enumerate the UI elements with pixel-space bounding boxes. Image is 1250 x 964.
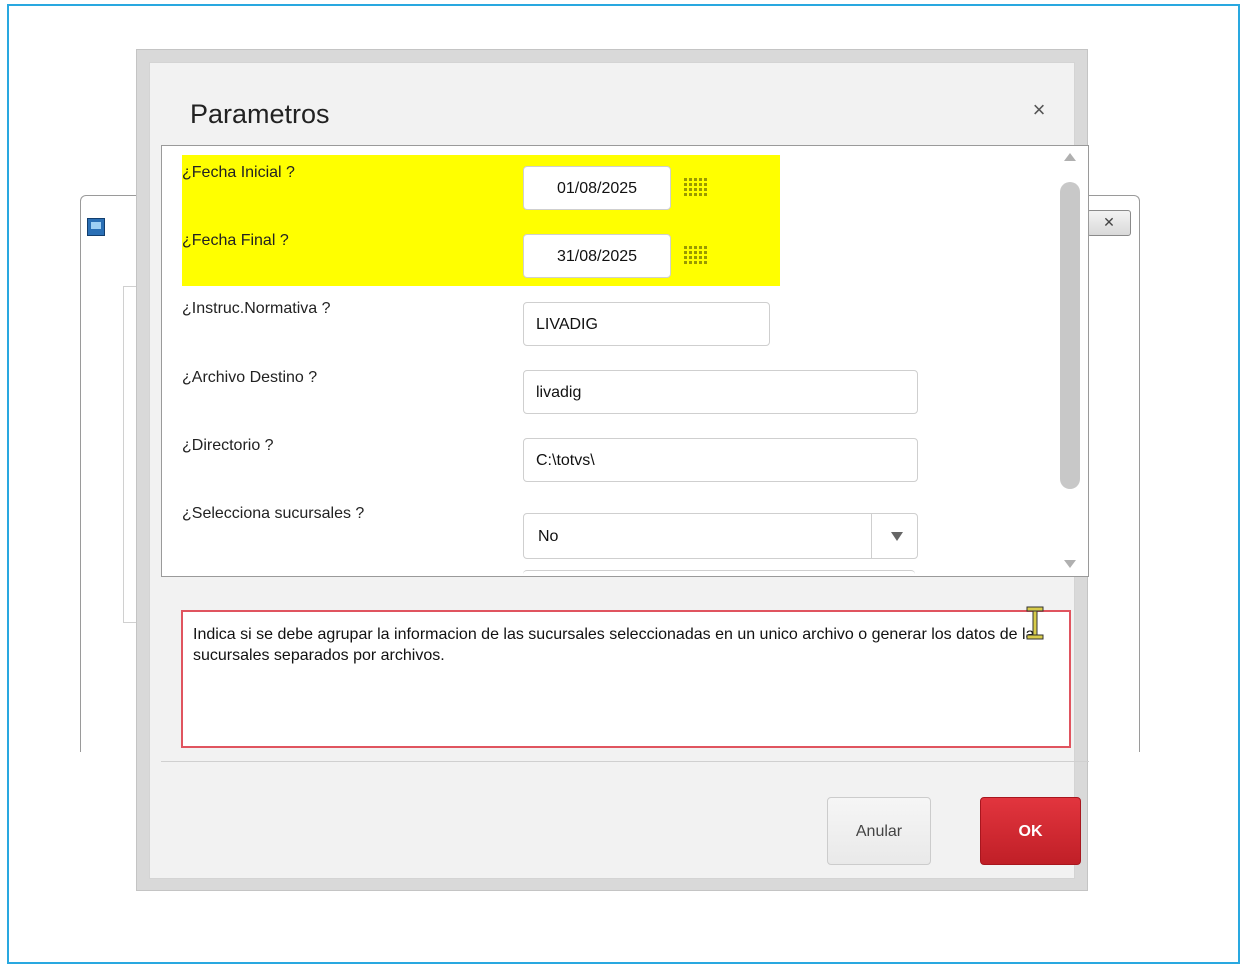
scroll-up-arrow-icon[interactable] — [1064, 153, 1076, 161]
parametros-dialog: Parametros × ¿Fecha Inicial ? 01/08/2025… — [136, 49, 1089, 891]
param-label-instruc-normativa: ¿Instruc.Normativa ? — [182, 300, 331, 317]
param-label-fecha-final: ¿Fecha Final ? — [182, 232, 289, 249]
param-label-archivo-destino: ¿Archivo Destino ? — [182, 369, 318, 386]
chevron-down-icon[interactable] — [891, 532, 903, 541]
app-window-icon — [87, 218, 105, 236]
cancel-button[interactable]: Anular — [827, 797, 931, 865]
parameters-panel: ¿Fecha Inicial ? 01/08/2025 ¿Fecha Final… — [161, 145, 1089, 577]
text-cursor-icon — [1026, 606, 1044, 640]
footer-divider — [161, 761, 1089, 762]
select-value: No — [538, 528, 559, 545]
directorio-field[interactable]: C:\totvs\ — [523, 438, 918, 482]
scroll-down-arrow-icon[interactable] — [1064, 560, 1076, 568]
fecha-final-field[interactable]: 31/08/2025 — [523, 234, 671, 278]
calendar-icon[interactable] — [684, 246, 708, 266]
scrollbar-thumb[interactable] — [1060, 182, 1080, 489]
instruc-normativa-field[interactable]: LIVADIG — [523, 302, 770, 346]
param-label-directorio: ¿Directorio ? — [182, 437, 274, 454]
ok-button[interactable]: OK — [980, 797, 1081, 865]
selecciona-sucursales-select[interactable]: No — [523, 513, 918, 559]
calendar-icon[interactable] — [684, 178, 708, 198]
dialog-body: Parametros × ¿Fecha Inicial ? 01/08/2025… — [149, 62, 1089, 879]
partial-next-field — [523, 570, 915, 576]
close-icon[interactable]: × — [1026, 97, 1052, 123]
archivo-destino-field[interactable]: livadig — [523, 370, 918, 414]
param-label-fecha-inicial: ¿Fecha Inicial ? — [182, 164, 295, 181]
vertical-scrollbar[interactable] — [1058, 146, 1082, 576]
param-label-selecciona-sucursales: ¿Selecciona sucursales ? — [182, 505, 365, 522]
select-divider — [871, 514, 872, 558]
help-text-box: Indica si se debe agrupar la informacion… — [181, 610, 1071, 748]
fecha-inicial-field[interactable]: 01/08/2025 — [523, 166, 671, 210]
background-close-button[interactable]: ✕ — [1087, 210, 1131, 236]
dialog-title: Parametros — [190, 99, 330, 129]
